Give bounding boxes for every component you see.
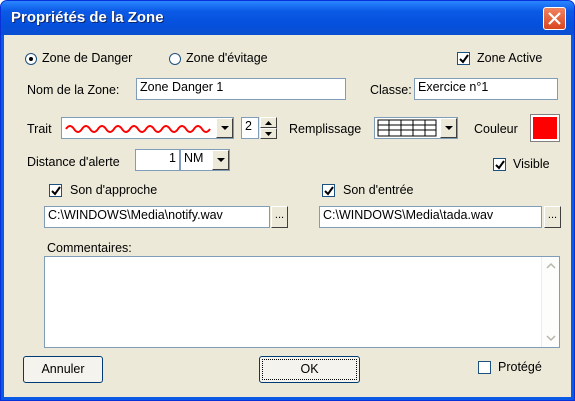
- chevron-down-icon[interactable]: [212, 150, 229, 170]
- trait-style-dropdown[interactable]: [61, 117, 234, 139]
- checkmark-icon: [324, 186, 334, 196]
- radio-zone-avoid-label: Zone d'évitage: [186, 51, 268, 65]
- protected-label: Protégé: [498, 360, 542, 374]
- chevron-down-icon[interactable]: [216, 118, 233, 138]
- entry-sound-checkbox[interactable]: [322, 184, 335, 197]
- visible-checkbox[interactable]: [493, 158, 506, 171]
- color-swatch[interactable]: [530, 114, 560, 142]
- ok-button[interactable]: OK: [259, 356, 360, 383]
- grid-pattern-icon: [377, 119, 437, 137]
- distance-unit-value: NM: [184, 151, 204, 165]
- title-bar[interactable]: Propriétés de la Zone: [1, 1, 574, 35]
- distance-field[interactable]: 1: [135, 149, 180, 171]
- zone-active-checkbox[interactable]: [457, 52, 470, 65]
- distance-unit-dropdown[interactable]: NM: [180, 149, 230, 171]
- zone-name-field[interactable]: Zone Danger 1: [136, 78, 346, 100]
- fill-pattern-dropdown[interactable]: [374, 117, 458, 139]
- radio-zone-danger-label: Zone de Danger: [42, 51, 133, 65]
- scroll-up-icon[interactable]: [542, 257, 560, 275]
- approach-sound-browse-button[interactable]: ...: [271, 206, 288, 228]
- zone-name-label: Nom de la Zone:: [27, 83, 120, 97]
- close-button[interactable]: [543, 7, 566, 30]
- checkmark-icon: [495, 160, 505, 170]
- radio-zone-danger[interactable]: [25, 53, 37, 65]
- couleur-label: Couleur: [474, 122, 518, 136]
- zone-active-label: Zone Active: [477, 51, 543, 65]
- comments-label: Commentaires:: [47, 241, 132, 255]
- dialog-body: Zone de Danger Zone d'évitage Zone Activ…: [4, 35, 571, 397]
- radio-zone-avoid[interactable]: [169, 53, 181, 65]
- wavy-line-icon: [65, 125, 211, 133]
- entry-sound-browse-button[interactable]: ...: [544, 206, 561, 228]
- comments-textarea[interactable]: [44, 256, 560, 348]
- trait-width-field[interactable]: 2: [241, 117, 259, 139]
- checkmark-icon: [459, 54, 469, 64]
- spin-up-icon[interactable]: [260, 117, 277, 128]
- trait-label: Trait: [27, 122, 52, 136]
- classe-field[interactable]: Exercice n°1: [414, 78, 558, 100]
- trait-width-spinner[interactable]: [260, 117, 277, 139]
- entry-sound-label: Son d'entrée: [343, 183, 414, 197]
- close-icon: [548, 12, 561, 25]
- chevron-down-icon[interactable]: [440, 118, 457, 138]
- cancel-button[interactable]: Annuler: [23, 356, 103, 383]
- approach-sound-label: Son d'approche: [70, 183, 158, 197]
- protected-checkbox[interactable]: [478, 361, 491, 374]
- classe-label: Classe:: [370, 83, 412, 97]
- spin-down-icon[interactable]: [260, 128, 277, 139]
- dialog-window: Propriétés de la Zone Zone de Danger Zon…: [0, 0, 575, 401]
- approach-sound-path-field[interactable]: C:\WINDOWS\Media\notify.wav: [44, 206, 270, 228]
- approach-sound-checkbox[interactable]: [49, 184, 62, 197]
- checkmark-icon: [51, 186, 61, 196]
- scroll-down-icon[interactable]: [542, 329, 560, 347]
- distance-label: Distance d'alerte: [27, 155, 120, 169]
- remplissage-label: Remplissage: [289, 122, 362, 136]
- visible-label: Visible: [513, 157, 550, 171]
- entry-sound-path-field[interactable]: C:\WINDOWS\Media\tada.wav: [319, 206, 542, 228]
- window-title: Propriétés de la Zone: [11, 9, 164, 26]
- comments-scrollbar[interactable]: [541, 257, 560, 347]
